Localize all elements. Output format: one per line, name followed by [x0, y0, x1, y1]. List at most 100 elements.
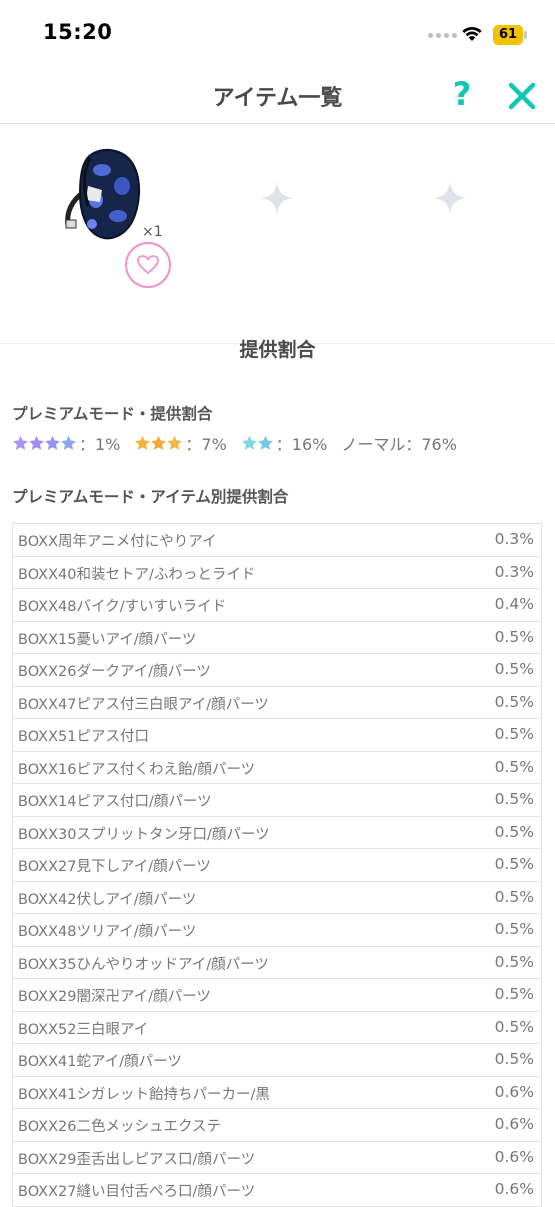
item-rate: 0.5% [494, 985, 534, 1003]
item-name: BOXX42伏しアイ/顔パーツ [18, 891, 197, 908]
item-rate: 0.5% [494, 757, 534, 776]
star-icon [257, 435, 273, 450]
star-icon [135, 435, 151, 450]
table-row: BOXX26二色メッシュエクステ 0.6% [12, 1109, 542, 1142]
close-icon[interactable] [506, 80, 538, 112]
table-row: BOXX41シガレット飴持ちパーカー/黒 0.6% [12, 1076, 542, 1109]
item-rate: 0.5% [494, 822, 534, 841]
star-icon [241, 435, 257, 450]
item-rate: 0.6% [494, 1147, 534, 1166]
item-rate: 0.4% [494, 595, 534, 613]
status-time: 15:20 [43, 20, 113, 44]
item-name: BOXX35ひんやりオッドアイ/顔パーツ [18, 956, 269, 973]
header-bar: アイテム一覧 ? [0, 68, 555, 124]
table-row: BOXX周年アニメ付にやりアイ 0.3% [12, 524, 542, 557]
item-rate-title: プレミアムモード・アイテム別提供割合 [12, 488, 289, 506]
section-title: 提供割合 [239, 339, 316, 361]
table-row: BOXX27縫い目付舌ぺろ口/顔パーツ 0.6% [12, 1174, 542, 1207]
item-slots: ×1 [0, 124, 555, 344]
rate-2-star: ：16% [275, 435, 328, 454]
item-name: BOXX26ダークアイ/顔パーツ [18, 664, 211, 680]
item-name: BOXX16ピアス付くわえ飴/顔パーツ [18, 761, 256, 778]
table-row: BOXX48バイク/すいすいライド 0.4% [12, 589, 542, 622]
help-icon[interactable]: ? [447, 74, 477, 114]
star-rating-4 [12, 435, 76, 451]
table-row: BOXX42伏しアイ/顔パーツ 0.5% [12, 881, 542, 914]
table-row: BOXX29闇深卍アイ/顔パーツ 0.5% [12, 979, 542, 1012]
star-icon [151, 435, 167, 450]
item-rate: 0.6% [494, 1180, 534, 1198]
item-rate: 0.5% [494, 1017, 534, 1036]
table-row: BOXX29歪舌出しピアス口/顔パーツ 0.6% [12, 1141, 542, 1174]
rate-4-star: ：1% [79, 435, 121, 454]
item-quantity: ×1 [142, 224, 163, 240]
table-row: BOXX51ピアス付口 0.5% [12, 719, 542, 752]
table-row: BOXX35ひんやりオッドアイ/顔パーツ 0.5% [12, 946, 542, 979]
table-row: BOXX26ダークアイ/顔パーツ 0.5% [12, 654, 542, 687]
item-rate: 0.5% [494, 790, 534, 808]
item-name: BOXX周年アニメ付にやりアイ [18, 534, 217, 550]
item-rate-table: BOXX周年アニメ付にやりアイ 0.3% BOXX40和装セトア/ふわっとライド 0.… [12, 523, 542, 1207]
item-name: BOXX51ピアス付口 [18, 729, 149, 745]
battery-tip [524, 31, 527, 39]
table-row: BOXX27見下しアイ/顔パーツ 0.5% [12, 849, 542, 882]
item-rate: 0.5% [494, 920, 534, 938]
rate-3-star: ：7% [185, 435, 227, 454]
item-name: BOXX29歪舌出しピアス口/顔パーツ [18, 1151, 256, 1168]
item-name: BOXX14ピアス付口/顔パーツ [18, 794, 212, 810]
item-name: BOXX30スプリットタン牙口/顔パーツ [18, 826, 270, 843]
star-rating-3 [134, 435, 183, 451]
item-rate: 0.5% [494, 725, 534, 743]
item-rate: 0.5% [494, 887, 534, 906]
item-name: BOXX52三白眼アイ [18, 1021, 149, 1038]
item-rate: 0.6% [494, 1115, 534, 1133]
star-rating-2 [241, 435, 273, 451]
table-row: BOXX40和装セトア/ふわっとライド 0.3% [12, 556, 542, 589]
item-name: BOXX26二色メッシュエクステ [18, 1119, 222, 1135]
item-rate: 0.5% [494, 660, 534, 678]
item-name: BOXX27見下しアイ/顔パーツ [18, 859, 211, 875]
item-name: BOXX40和装セトア/ふわっとライド [18, 566, 256, 583]
star-icon [61, 435, 76, 450]
backpack-icon[interactable] [62, 146, 142, 250]
item-rate: 0.3% [494, 530, 534, 548]
table-row: BOXX47ピアス付三白眼アイ/顔パーツ 0.5% [12, 686, 542, 719]
item-name: BOXX15憂いアイ/顔パーツ [18, 631, 197, 648]
table-row: BOXX14ピアス付口/顔パーツ 0.5% [12, 784, 542, 817]
item-rate: 0.5% [494, 952, 534, 971]
status-bar: 15:20 61 [0, 0, 555, 68]
rate-normal: ノーマル：76% [341, 435, 457, 454]
sparkle-placeholder-icon [260, 181, 294, 215]
item-name: BOXX48バイク/すいすいライド [18, 599, 227, 615]
premium-rate-title: プレミアムモード・提供割合 [12, 405, 213, 423]
rarity-rates: ：1% ：7% ：16% ノーマル：76% [12, 432, 457, 454]
table-row: BOXX16ピアス付くわえ飴/顔パーツ 0.5% [12, 751, 542, 784]
star-icon [167, 435, 183, 450]
item-name: BOXX48ツリアイ/顔パーツ [18, 924, 197, 940]
item-rate: 0.5% [494, 855, 534, 873]
item-rate: 0.5% [494, 692, 534, 711]
table-row: BOXX41蛇アイ/顔パーツ 0.5% [12, 1044, 542, 1077]
table-row: BOXX15憂いアイ/顔パーツ 0.5% [12, 621, 542, 654]
item-name: BOXX41シガレット飴持ちパーカー/黒 [18, 1086, 270, 1103]
item-rate: 0.6% [494, 1082, 534, 1101]
item-rate: 0.5% [494, 627, 534, 646]
heart-icon [137, 255, 159, 275]
item-name: BOXX41蛇アイ/顔パーツ [18, 1054, 182, 1070]
table-row: BOXX48ツリアイ/顔パーツ 0.5% [12, 914, 542, 947]
sparkle-placeholder-icon [433, 181, 467, 215]
item-rate: 0.3% [494, 562, 534, 581]
table-row: BOXX52三白眼アイ 0.5% [12, 1011, 542, 1044]
item-name: BOXX27縫い目付舌ぺろ口/顔パーツ [18, 1184, 256, 1200]
star-icon [13, 435, 28, 450]
star-icon [45, 435, 60, 450]
wifi-icon [462, 26, 482, 41]
item-name: BOXX29闇深卍アイ/顔パーツ [18, 989, 211, 1005]
star-icon [29, 435, 44, 450]
favorite-button[interactable] [125, 242, 171, 288]
item-name: BOXX47ピアス付三白眼アイ/顔パーツ [18, 696, 269, 713]
battery-indicator: 61 [493, 25, 523, 45]
signal-dots-icon [428, 33, 457, 38]
table-row: BOXX30スプリットタン牙口/顔パーツ 0.5% [12, 816, 542, 849]
item-rate: 0.5% [494, 1050, 534, 1068]
